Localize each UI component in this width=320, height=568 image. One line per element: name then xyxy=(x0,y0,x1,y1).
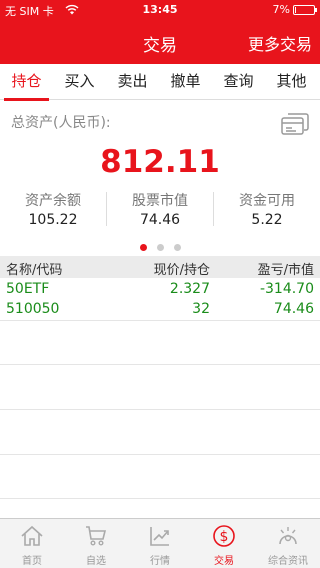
stat-balance: 资产余额 105.22 xyxy=(0,190,106,228)
holdings-list: 50ETF 2.327 -314.70 510050 32 74.46 xyxy=(0,280,320,320)
divider xyxy=(0,364,320,365)
battery-icon xyxy=(293,5,317,15)
stat-label: 资金可用 xyxy=(239,193,295,209)
tabbar-item-news[interactable]: 综合资讯 xyxy=(256,519,320,568)
table-row[interactable]: 50ETF 2.327 -314.70 510050 32 74.46 xyxy=(0,280,320,320)
page-dot[interactable] xyxy=(139,244,147,251)
header-name-code: 名称/代码 xyxy=(6,263,63,278)
stock-pnl: -314.70 xyxy=(259,281,314,297)
page-indicator[interactable] xyxy=(0,244,320,251)
tabbar-label: 综合资讯 xyxy=(268,556,308,567)
more-trading-button[interactable]: 更多交易 xyxy=(248,31,312,55)
tab-other[interactable]: 其他 xyxy=(265,64,318,100)
tabbar-item-home[interactable]: 首页 xyxy=(0,519,64,568)
stock-price: 2.327 xyxy=(169,281,210,297)
page-dot[interactable] xyxy=(156,244,164,251)
bank-transfer-icon[interactable] xyxy=(280,111,310,137)
stat-value: 74.46 xyxy=(139,212,181,228)
total-assets-label: 总资产(人民币): xyxy=(11,115,111,131)
page-dot[interactable] xyxy=(173,244,181,251)
divider xyxy=(0,409,320,410)
tab-holdings[interactable]: 持仓 xyxy=(0,64,53,101)
tabbar-item-trade[interactable]: $ 交易 xyxy=(192,519,256,568)
tabbar-label: 首页 xyxy=(22,556,42,567)
chart-icon xyxy=(150,527,169,546)
cart-icon xyxy=(86,526,107,546)
tab-buy[interactable]: 买入 xyxy=(53,64,106,100)
stat-value: 5.22 xyxy=(251,212,283,228)
stock-holding: 32 xyxy=(192,301,210,317)
tabbar-item-watchlist[interactable]: 自选 xyxy=(64,519,128,568)
battery-percent: 7% xyxy=(272,3,290,16)
stock-name: 50ETF xyxy=(6,281,50,297)
trade-tabs: 持仓 买入 卖出 撤单 查询 其他 xyxy=(0,64,320,101)
tabbar-label: 行情 xyxy=(150,556,170,567)
tabbar-label: 自选 xyxy=(86,556,106,567)
stat-value: 105.22 xyxy=(28,212,78,228)
tab-sell[interactable]: 卖出 xyxy=(106,64,159,100)
divider xyxy=(0,498,320,499)
header-pnl-value: 盈亏/市值 xyxy=(257,263,314,278)
divider xyxy=(0,320,320,321)
stat-label: 股票市值 xyxy=(132,193,188,209)
asset-stats: 资产余额 105.22 股票市值 74.46 资金可用 5.22 xyxy=(0,190,320,230)
news-icon xyxy=(279,527,297,545)
svg-text:$: $ xyxy=(220,529,229,545)
stat-stock-value: 股票市值 74.46 xyxy=(107,190,213,228)
tabbar-label: 交易 xyxy=(214,556,234,567)
home-icon xyxy=(21,525,43,546)
status-bar: 无 SIM 卡 13:45 7% xyxy=(0,0,320,20)
stat-label: 资产余额 xyxy=(25,193,81,209)
tab-cancel-order[interactable]: 撤单 xyxy=(159,64,212,100)
stock-code: 510050 xyxy=(6,301,60,317)
divider xyxy=(0,454,320,455)
tab-query[interactable]: 查询 xyxy=(212,64,265,100)
nav-bar: 交易 更多交易 xyxy=(0,20,320,64)
bottom-tab-bar: 首页 自选 行情 $ 交易 综合资讯 xyxy=(0,518,320,568)
tabbar-item-market[interactable]: 行情 xyxy=(128,519,192,568)
holdings-table-header: 名称/代码 现价/持仓 盈亏/市值 xyxy=(0,256,320,278)
header-price-holding: 现价/持仓 xyxy=(153,263,210,278)
total-assets-value: 812.11 xyxy=(100,144,220,180)
stock-market-value: 74.46 xyxy=(273,301,314,317)
stat-available-funds: 资金可用 5.22 xyxy=(214,190,320,228)
trade-icon: $ xyxy=(213,525,235,547)
